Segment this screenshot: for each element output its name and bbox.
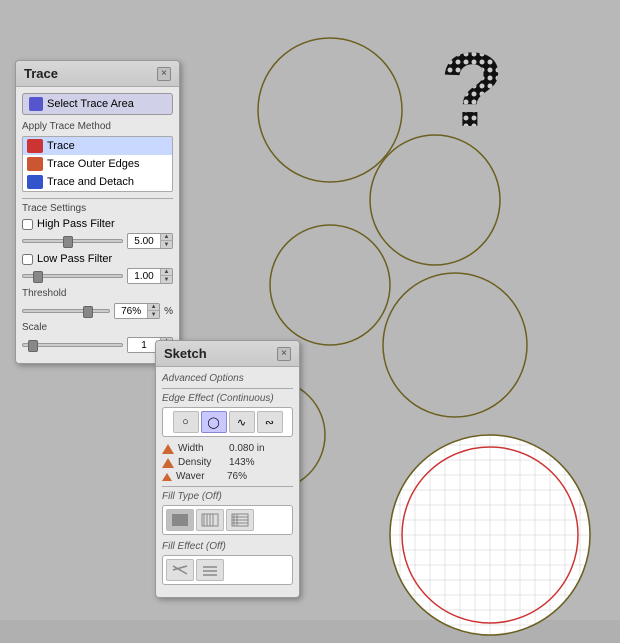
- trace-panel-body: Select Trace Area Apply Trace Method Tra…: [16, 87, 179, 363]
- threshold-thumb[interactable]: [83, 306, 93, 318]
- waver-icon: [162, 473, 172, 481]
- low-pass-slider-row: ▲ ▼: [22, 268, 173, 284]
- low-pass-up[interactable]: ▲: [160, 269, 172, 276]
- trace-method-icon: [27, 139, 43, 153]
- low-pass-slider[interactable]: [22, 274, 123, 278]
- trace-settings: Trace Settings High Pass Filter ▲ ▼: [22, 203, 173, 353]
- large-circle: [385, 430, 595, 640]
- high-pass-checkbox[interactable]: [22, 219, 33, 230]
- low-pass-value[interactable]: [128, 270, 160, 283]
- fill-type-label: Fill Type (Off): [162, 491, 293, 502]
- trace-panel-header: Trace ×: [16, 61, 179, 87]
- fill-effect-row: [162, 555, 293, 585]
- width-icon: [162, 444, 174, 454]
- scale-label: Scale: [22, 322, 173, 333]
- low-pass-down[interactable]: ▼: [160, 276, 172, 283]
- high-pass-spinner[interactable]: ▲ ▼: [127, 233, 173, 249]
- question-mark-area: ? ?: [430, 18, 565, 148]
- waver-row: Waver 76%: [162, 471, 293, 482]
- method-outer-edges[interactable]: Trace Outer Edges: [23, 155, 172, 173]
- low-pass-spinner-btns: ▲ ▼: [160, 269, 172, 283]
- sketch-panel-header: Sketch ×: [156, 341, 299, 367]
- sketch-close-button[interactable]: ×: [277, 347, 291, 361]
- threshold-label: Threshold: [22, 288, 173, 299]
- trace-settings-label: Trace Settings: [22, 203, 173, 214]
- sketch-panel-body: Advanced Options Edge Effect (Continuous…: [156, 367, 299, 597]
- select-trace-label: Select Trace Area: [47, 98, 134, 110]
- pct-label: %: [164, 306, 173, 317]
- fill-type-row: [162, 505, 293, 535]
- low-pass-row: Low Pass Filter: [22, 253, 173, 265]
- method-detach-label: Trace and Detach: [47, 176, 134, 188]
- fill-effect-2[interactable]: [196, 559, 224, 581]
- high-pass-spinner-btns: ▲ ▼: [160, 234, 172, 248]
- trace-panel-title: Trace: [24, 66, 58, 81]
- low-pass-label: Low Pass Filter: [37, 253, 112, 265]
- apply-method-label: Apply Trace Method: [22, 121, 173, 132]
- select-trace-icon: [29, 97, 43, 111]
- threshold-down[interactable]: ▼: [147, 311, 159, 318]
- fill-crosshatch[interactable]: [226, 509, 254, 531]
- fill-solid[interactable]: [166, 509, 194, 531]
- high-pass-slider-row: ▲ ▼: [22, 233, 173, 249]
- high-pass-slider[interactable]: [22, 239, 123, 243]
- high-pass-up[interactable]: ▲: [160, 234, 172, 241]
- threshold-up[interactable]: ▲: [147, 304, 159, 311]
- method-trace-label: Trace: [47, 140, 75, 152]
- scale-thumb[interactable]: [28, 340, 38, 352]
- width-label: Width: [178, 443, 223, 454]
- method-detach[interactable]: Trace and Detach: [23, 173, 172, 191]
- density-value: 143%: [229, 457, 255, 468]
- divider-1: [22, 198, 173, 199]
- threshold-row: ▲ ▼ %: [22, 303, 173, 319]
- edge-effect-4[interactable]: ∾: [257, 411, 283, 433]
- low-pass-checkbox[interactable]: [22, 254, 33, 265]
- advanced-options-label: Advanced Options: [162, 373, 293, 384]
- scale-row: ▲ ▼: [22, 337, 173, 353]
- scale-slider[interactable]: [22, 343, 123, 347]
- edge-effect-3[interactable]: ∿: [229, 411, 255, 433]
- width-row: Width 0.080 in: [162, 443, 293, 454]
- method-list: Trace Trace Outer Edges Trace and Detach: [22, 136, 173, 192]
- trace-panel: Trace × Select Trace Area Apply Trace Me…: [15, 60, 180, 364]
- high-pass-row: High Pass Filter: [22, 218, 173, 230]
- method-outer-label: Trace Outer Edges: [47, 158, 140, 170]
- low-pass-thumb[interactable]: [33, 271, 43, 283]
- trace-close-button[interactable]: ×: [157, 67, 171, 81]
- edge-effect-label: Edge Effect (Continuous): [162, 393, 293, 404]
- threshold-slider[interactable]: [22, 309, 110, 313]
- high-pass-down[interactable]: ▼: [160, 241, 172, 248]
- threshold-spinner-btns: ▲ ▼: [147, 304, 159, 318]
- sketch-panel-title: Sketch: [164, 346, 207, 361]
- low-pass-spinner[interactable]: ▲ ▼: [127, 268, 173, 284]
- high-pass-thumb[interactable]: [63, 236, 73, 248]
- edge-effects-row: ○ ◯ ∿ ∾: [162, 407, 293, 437]
- sketch-divider-2: [162, 486, 293, 487]
- density-row: Density 143%: [162, 457, 293, 468]
- fill-hatch[interactable]: [196, 509, 224, 531]
- threshold-value[interactable]: [115, 305, 147, 318]
- sketch-panel: Sketch × Advanced Options Edge Effect (C…: [155, 340, 300, 598]
- detach-method-icon: [27, 175, 43, 189]
- waver-label: Waver: [176, 471, 221, 482]
- threshold-spinner[interactable]: ▲ ▼: [114, 303, 160, 319]
- density-label: Density: [178, 457, 223, 468]
- high-pass-value[interactable]: [128, 235, 160, 248]
- width-value: 0.080 in: [229, 443, 265, 454]
- method-trace[interactable]: Trace: [23, 137, 172, 155]
- sketch-divider-1: [162, 388, 293, 389]
- waver-value: 76%: [227, 471, 247, 482]
- outer-method-icon: [27, 157, 43, 171]
- edge-effect-1[interactable]: ○: [173, 411, 199, 433]
- high-pass-label: High Pass Filter: [37, 218, 115, 230]
- edge-effect-2[interactable]: ◯: [201, 411, 227, 433]
- fill-effect-label: Fill Effect (Off): [162, 541, 293, 552]
- select-trace-area-button[interactable]: Select Trace Area: [22, 93, 173, 115]
- fill-effect-1[interactable]: [166, 559, 194, 581]
- density-icon: [162, 458, 174, 468]
